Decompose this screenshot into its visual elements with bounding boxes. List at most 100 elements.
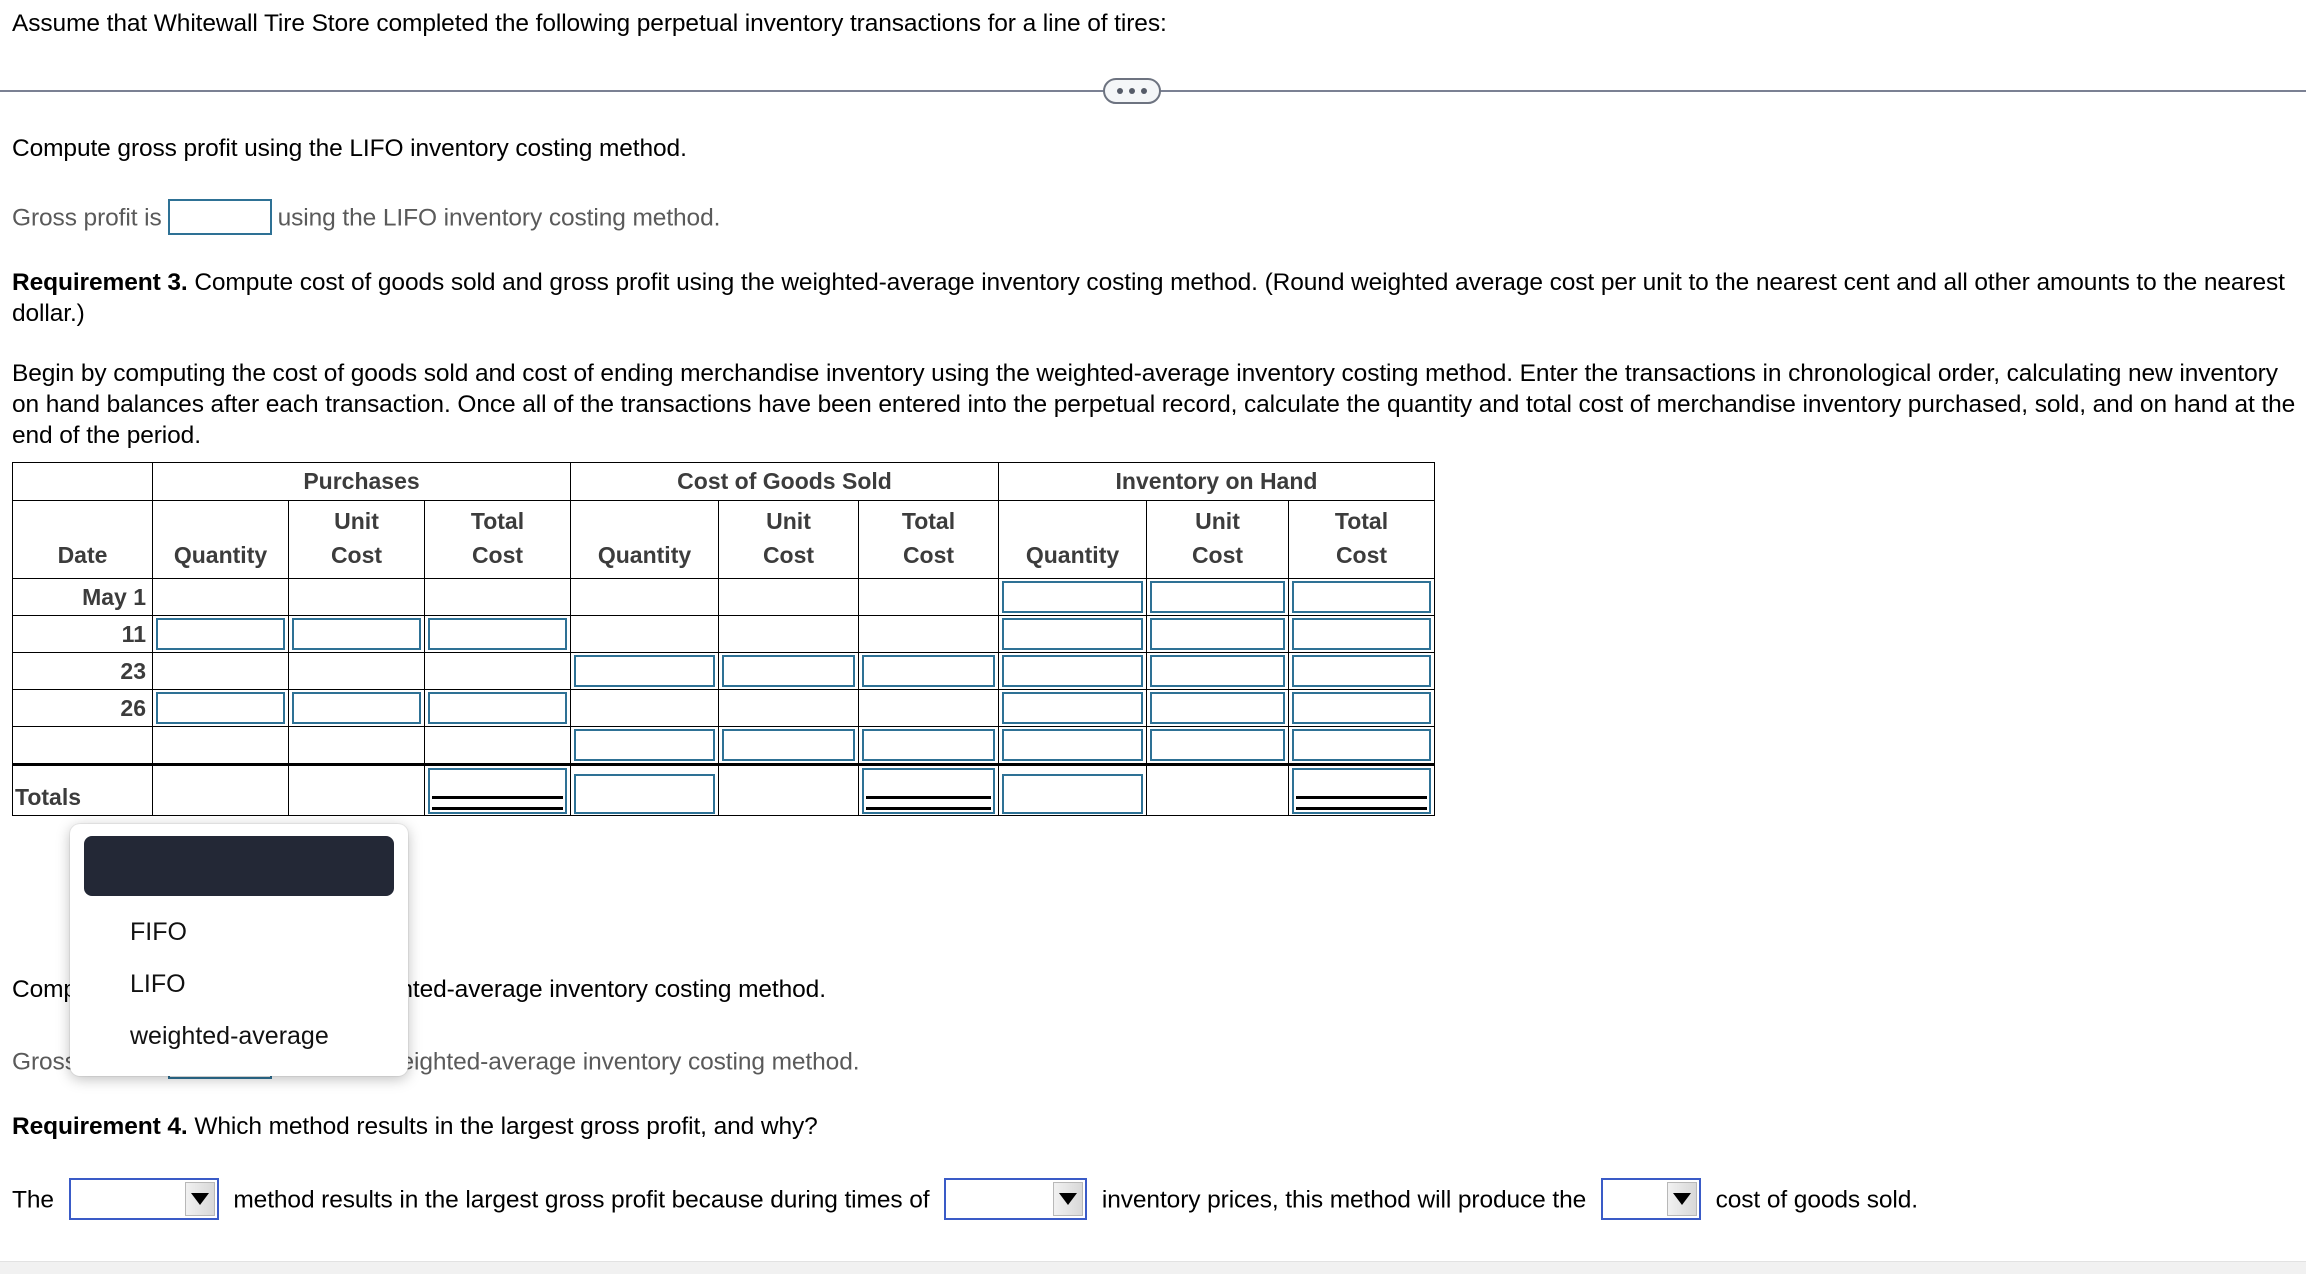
dropdown-spacer (70, 896, 408, 906)
cell-input[interactable] (722, 729, 855, 761)
table-cell-input[interactable] (718, 726, 859, 765)
table-cell-input[interactable] (288, 689, 425, 727)
label-total: Total (1334, 508, 1389, 534)
method-dropdown-menu[interactable]: FIFO LIFO weighted-average (70, 824, 408, 1076)
chevron-down-icon[interactable] (1666, 1182, 1697, 1216)
table-cell-input[interactable] (858, 763, 999, 816)
cell-input[interactable] (156, 618, 285, 650)
table-cell-input[interactable] (424, 615, 571, 653)
collapse-toggle-button[interactable] (1103, 78, 1161, 104)
table-cell-input[interactable] (718, 652, 859, 690)
table-cell-input[interactable] (570, 726, 719, 765)
col-header-cogs-unit-cost: Unit Cost (718, 500, 859, 579)
label-unit: Unit (334, 508, 379, 534)
table-cell-input[interactable] (288, 615, 425, 653)
col-header-cogs-total-cost: Total Cost (858, 500, 999, 579)
cell-input[interactable] (1150, 729, 1285, 761)
table-cell-input[interactable] (1146, 652, 1289, 690)
cogs-magnitude-select[interactable] (1600, 1178, 1701, 1220)
table-cell-input[interactable] (1146, 578, 1289, 616)
cell-input[interactable] (862, 655, 995, 687)
total-input-double-ruled[interactable] (1292, 768, 1431, 814)
dropdown-option-lifo[interactable]: LIFO (70, 958, 408, 1010)
cell-input[interactable] (1002, 618, 1143, 650)
table-cell-empty (288, 578, 425, 616)
method-select[interactable] (68, 1178, 219, 1220)
cell-input[interactable] (1150, 581, 1285, 613)
table-cell-input[interactable] (998, 652, 1147, 690)
chevron-down-icon[interactable] (1053, 1182, 1084, 1216)
cell-input[interactable] (1292, 729, 1431, 761)
cell-input[interactable] (1002, 581, 1143, 613)
row-date-label: May 1 (12, 578, 153, 616)
table-cell-input[interactable] (998, 615, 1147, 653)
table-cell-input[interactable] (1146, 689, 1289, 727)
label-cost: Cost (762, 542, 815, 568)
table-cell-input[interactable] (1288, 726, 1435, 765)
chevron-down-icon[interactable] (184, 1182, 215, 1216)
cell-input[interactable] (156, 692, 285, 724)
conclusion-seg-4: cost of goods sold. (1715, 1186, 1918, 1214)
table-cell-input[interactable] (858, 652, 999, 690)
cell-input[interactable] (292, 692, 421, 724)
dropdown-option-fifo[interactable]: FIFO (70, 906, 408, 958)
cell-input[interactable] (574, 729, 715, 761)
table-cell-input[interactable] (152, 615, 289, 653)
total-input[interactable] (574, 774, 715, 814)
price-trend-select[interactable] (944, 1178, 1088, 1220)
footer-bar (0, 1261, 2306, 1274)
lifo-gross-profit-input[interactable] (167, 199, 272, 235)
table-cell-input[interactable] (998, 578, 1147, 616)
table-cell-input[interactable] (570, 763, 719, 816)
cell-input[interactable] (1002, 655, 1143, 687)
table-cell-input[interactable] (1288, 615, 1435, 653)
cell-input[interactable] (1150, 618, 1285, 650)
table-cell-empty (718, 615, 859, 653)
table-cell-input[interactable] (1146, 615, 1289, 653)
cell-input[interactable] (1002, 729, 1143, 761)
table-cell-input[interactable] (1146, 726, 1289, 765)
total-input-double-ruled[interactable] (428, 768, 567, 814)
table-cell-input[interactable] (1288, 689, 1435, 727)
conclusion-seg-3: inventory prices, this method will produ… (1101, 1186, 1587, 1214)
dropdown-option-blank[interactable] (84, 836, 394, 896)
perpetual-inventory-table: Purchases Cost of Goods Sold Inventory o… (12, 462, 1435, 816)
table-cell-input[interactable] (1288, 578, 1435, 616)
table-cell-input[interactable] (424, 689, 571, 727)
col-header-inventory-quantity: Quantity (998, 500, 1147, 579)
total-input[interactable] (1002, 774, 1143, 814)
table-cell-input[interactable] (998, 763, 1147, 816)
table-cell-empty (858, 689, 999, 727)
table-cell-input[interactable] (424, 763, 571, 816)
total-input-double-ruled[interactable] (862, 768, 995, 814)
group-header-purchases: Purchases (152, 462, 571, 501)
table-cell-input[interactable] (152, 689, 289, 727)
table-cell-input[interactable] (570, 652, 719, 690)
table-group-header-row: Purchases Cost of Goods Sold Inventory o… (12, 462, 1435, 501)
table-cell-input[interactable] (998, 726, 1147, 765)
dropdown-option-weighted-average[interactable]: weighted-average (70, 1010, 408, 1062)
cell-input[interactable] (1292, 581, 1431, 613)
cell-input[interactable] (1292, 618, 1431, 650)
table-cell-empty (288, 726, 425, 765)
cell-input[interactable] (1292, 655, 1431, 687)
cell-input[interactable] (1150, 655, 1285, 687)
table-cell-empty (718, 578, 859, 616)
table-cell-empty (570, 615, 719, 653)
lifo-prompt: Compute gross profit using the LIFO inve… (12, 135, 687, 162)
table-cell-input[interactable] (998, 689, 1147, 727)
cell-input[interactable] (428, 618, 567, 650)
cell-input[interactable] (1150, 692, 1285, 724)
table-cell-input[interactable] (1288, 763, 1435, 816)
table-cell-input[interactable] (858, 726, 999, 765)
cell-input[interactable] (574, 655, 715, 687)
cell-input[interactable] (862, 729, 995, 761)
table-cell-empty (288, 652, 425, 690)
cell-input[interactable] (722, 655, 855, 687)
cell-input[interactable] (428, 692, 567, 724)
cell-input[interactable] (292, 618, 421, 650)
table-cell-input[interactable] (1288, 652, 1435, 690)
table-cell-empty (152, 578, 289, 616)
cell-input[interactable] (1002, 692, 1143, 724)
cell-input[interactable] (1292, 692, 1431, 724)
